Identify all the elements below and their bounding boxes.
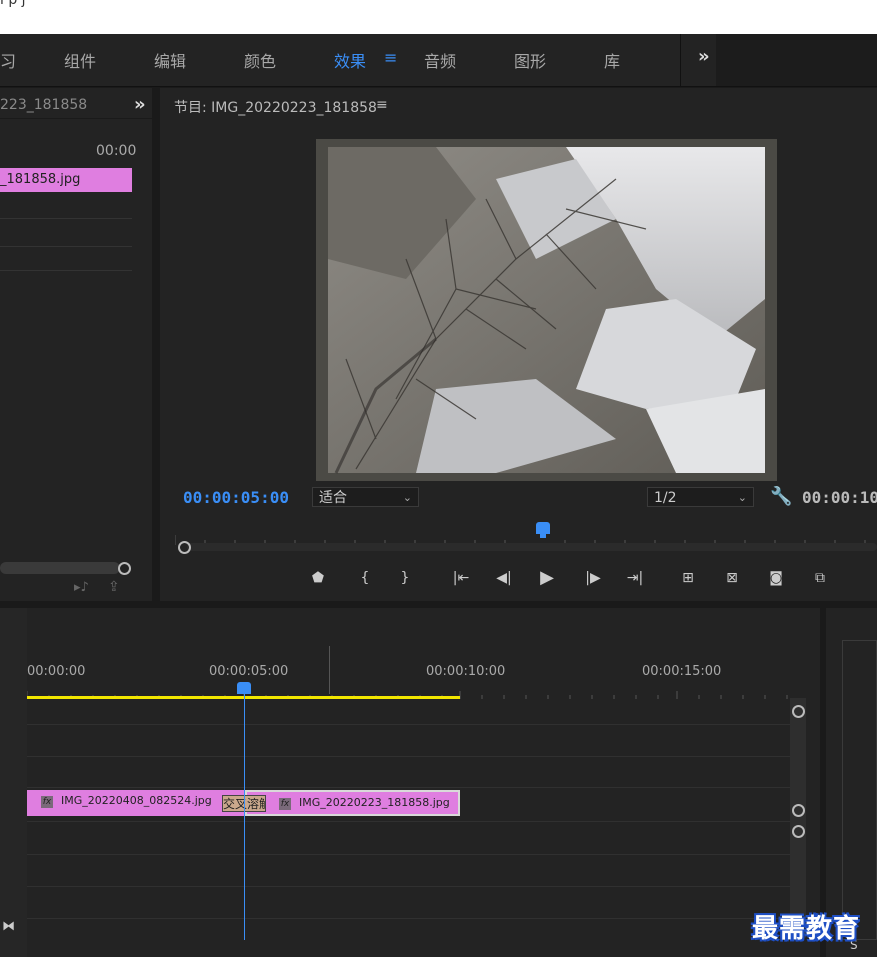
workspace-tab-editing[interactable]: 编辑 — [154, 48, 186, 72]
timeline-panel — [0, 608, 820, 957]
workspace-menu-icon[interactable]: ≡ — [384, 48, 397, 67]
camera-icon[interactable]: ◙ — [765, 568, 787, 588]
program-panel-menu-icon[interactable]: ≡ — [376, 97, 388, 113]
track-divider — [27, 854, 792, 855]
track-divider — [27, 724, 792, 725]
program-duration-timecode: 00:00:10: — [802, 488, 877, 507]
go-to-out-icon[interactable]: ⇥| — [624, 568, 646, 588]
source-panel-more-icon[interactable]: » — [134, 94, 146, 115]
timeline-playhead[interactable] — [237, 682, 251, 694]
workspace-tab-learning[interactable]: 习 — [0, 48, 16, 72]
program-zoom-scrollbar[interactable] — [187, 543, 877, 551]
ruler-time-15: 00:00:15:00 — [642, 664, 722, 679]
fit-select[interactable]: 适合 ⌄ — [312, 487, 419, 507]
timeline-clip-2[interactable]: fx IMG_20220223_181858.jpg — [245, 790, 460, 816]
add-marker-icon[interactable]: ⬟ — [307, 568, 329, 588]
title-strip-text: i p j — [0, 0, 26, 8]
program-zoom-handle[interactable] — [178, 541, 191, 554]
workspace-tab-graphics[interactable]: 图形 — [514, 48, 546, 72]
workspace-tab-effects[interactable]: 效果 — [334, 48, 366, 72]
source-clip[interactable]: _181858.jpg — [0, 168, 132, 192]
audio-meter-frame — [842, 640, 877, 940]
track-divider — [27, 787, 792, 788]
go-to-in-icon[interactable]: |⇤ — [450, 568, 472, 588]
workspace-bar: 习 组件 编辑 颜色 效果 ≡ 音频 图形 库 » — [0, 34, 877, 87]
fx-badge-icon: fx — [279, 798, 291, 810]
chevron-down-icon: ⌄ — [402, 491, 412, 504]
clip-label: IMG_20220408_082524.jpg — [61, 794, 212, 807]
timeline-playhead-line — [244, 694, 245, 940]
play-icon[interactable]: ▶ — [536, 568, 558, 588]
program-current-timecode[interactable]: 00:00:05:00 — [183, 488, 289, 507]
ruler-time-10: 00:00:10:00 — [426, 664, 506, 679]
workspace-tab-audio[interactable]: 音频 — [424, 48, 456, 72]
fx-badge-icon: fx — [41, 796, 53, 808]
clip-label: IMG_20220223_181858.jpg — [299, 796, 450, 809]
program-video-frame — [316, 139, 777, 481]
title-strip: i p j — [0, 0, 877, 34]
ruler-time-0: 00:00:00 — [27, 664, 86, 679]
workspace-tab-libraries[interactable]: 库 — [604, 48, 620, 72]
source-panel-header-divider — [0, 118, 152, 119]
watermark-logo: 最需教育 — [752, 914, 861, 944]
workspace-divider — [680, 34, 681, 86]
source-track-divider — [0, 246, 132, 247]
track-divider — [27, 886, 792, 887]
extract-icon[interactable]: ⊠ — [721, 568, 743, 588]
program-playhead[interactable] — [536, 522, 550, 534]
lift-icon[interactable]: ⊞ — [677, 568, 699, 588]
mark-out-icon[interactable]: } — [394, 568, 416, 588]
ruler-time-5: 00:00:05:00 — [209, 664, 289, 679]
chevron-down-icon: ⌄ — [737, 491, 747, 504]
source-track-divider — [0, 270, 132, 271]
track-divider — [27, 918, 792, 919]
source-panel-title[interactable]: 223_181858 — [0, 97, 87, 113]
export-audio-icon[interactable]: ▸♪ — [74, 580, 89, 595]
program-playhead-tip — [540, 534, 546, 538]
fit-select-value: 适合 — [319, 490, 347, 506]
audio-meter-panel: S — [826, 608, 877, 957]
timeline-vertical-scrollbar[interactable] — [790, 698, 806, 938]
step-forward-icon[interactable]: |▶ — [582, 568, 604, 588]
source-zoom-handle[interactable] — [118, 562, 131, 575]
timeline-clip-1[interactable]: fx IMG_20220408_082524.jpg — [27, 790, 245, 816]
resolution-select[interactable]: 1/2 ⌄ — [647, 487, 754, 507]
source-track-divider — [0, 218, 132, 219]
workspace-tab-color[interactable]: 颜色 — [244, 48, 276, 72]
track-divider — [27, 756, 792, 757]
scroll-handle-mid[interactable] — [792, 804, 805, 817]
timeline-ruler[interactable] — [26, 684, 792, 699]
scroll-handle-lower[interactable] — [792, 825, 805, 838]
source-panel: 223_181858 » 00:00 ▸♪ ⇪ — [0, 88, 152, 601]
workspace-tab-assembly[interactable]: 组件 — [64, 48, 96, 72]
scroll-handle-top[interactable] — [792, 705, 805, 718]
track-divider — [27, 821, 792, 822]
step-back-icon[interactable]: ◀| — [493, 568, 515, 588]
program-panel-title[interactable]: 节目: IMG_20220223_181858 — [174, 97, 377, 117]
program-ruler[interactable] — [174, 530, 877, 545]
source-zoom-scrollbar[interactable] — [0, 562, 120, 574]
track-headers — [0, 608, 27, 957]
workspace-bar-filler — [716, 34, 877, 86]
workspace-more-icon[interactable]: » — [698, 46, 710, 67]
wrench-icon[interactable]: 🔧 — [770, 486, 792, 507]
source-timecode: 00:00 — [96, 143, 137, 159]
mark-in-icon[interactable]: { — [354, 568, 376, 588]
export-icon[interactable]: ⇪ — [108, 579, 120, 595]
compare-view-icon[interactable]: ⧉ — [809, 568, 831, 588]
timeline-zoom-icon[interactable]: ⧓ — [2, 919, 15, 934]
resolution-select-value: 1/2 — [654, 490, 677, 506]
